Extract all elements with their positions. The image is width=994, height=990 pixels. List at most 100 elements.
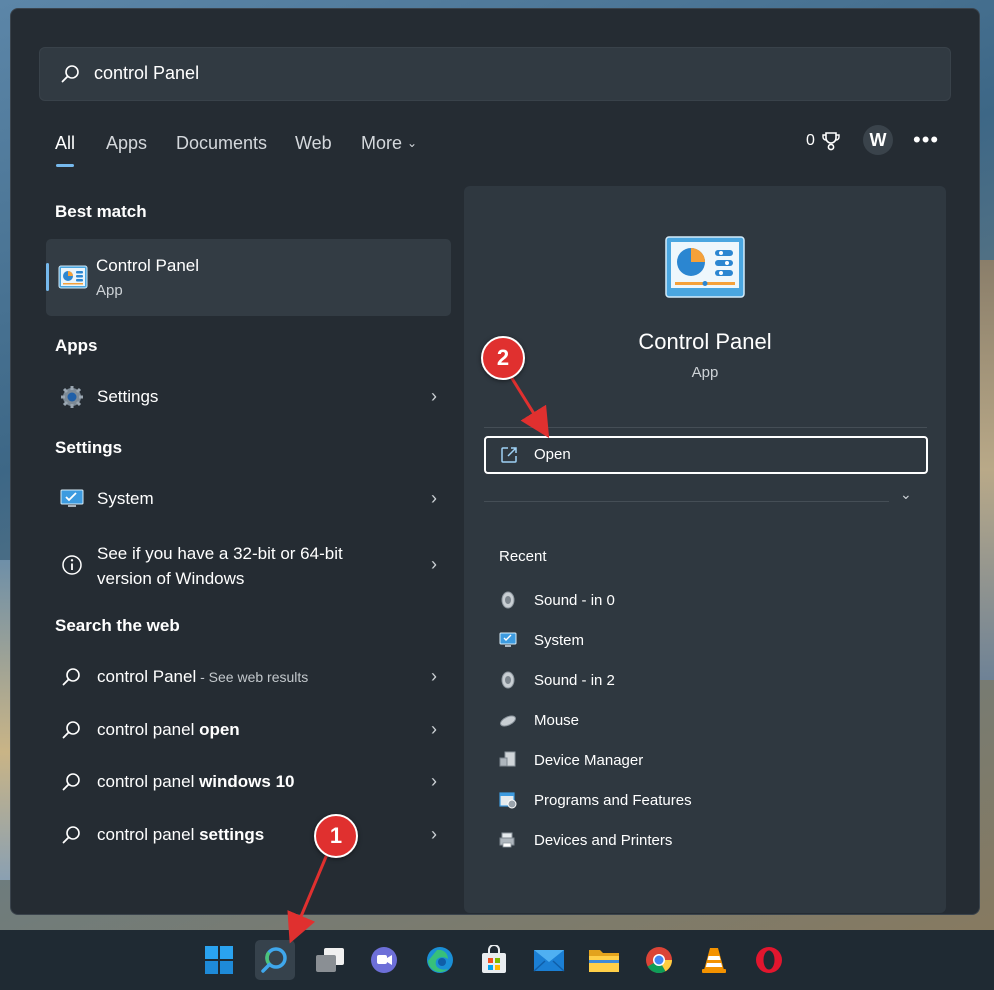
divider — [484, 501, 889, 502]
recent-item-programs[interactable]: Programs and Features — [499, 786, 899, 816]
task-view-icon — [316, 948, 344, 972]
web-result-item[interactable]: control panel settings › — [46, 811, 451, 859]
file-explorer-button[interactable] — [584, 940, 624, 980]
taskbar — [0, 930, 994, 990]
taskbar-search-button[interactable] — [255, 940, 295, 980]
web-result-prefix: control Panel — [97, 667, 197, 686]
edge-button[interactable] — [420, 940, 460, 980]
chat-icon — [371, 947, 397, 973]
web-result-label: control panel open — [97, 720, 240, 740]
annotation-marker-2: 2 — [481, 336, 525, 380]
vlc-icon — [702, 948, 726, 973]
web-result-bold: windows 10 — [199, 772, 295, 791]
chevron-right-icon: › — [431, 488, 437, 508]
search-flyout: control Panel All Apps Documents Web Mor… — [10, 8, 980, 915]
list-item-bitness[interactable]: See if you have a 32-bit or 64-bit versi… — [46, 539, 451, 591]
folder-icon — [589, 950, 619, 972]
tab-web[interactable]: Web — [295, 133, 332, 154]
printer-icon — [499, 832, 515, 848]
open-external-icon — [501, 447, 517, 463]
monitor-icon — [499, 632, 517, 647]
start-button[interactable] — [199, 940, 239, 980]
rewards-count: 0 — [806, 132, 815, 149]
info-icon — [62, 555, 82, 575]
web-result-item[interactable]: control panel open › — [46, 706, 451, 754]
best-match-name: Control Panel — [96, 256, 200, 275]
vlc-button[interactable] — [694, 940, 734, 980]
gear-icon — [61, 386, 83, 408]
web-result-prefix: control panel — [97, 825, 200, 844]
tab-apps[interactable]: Apps — [106, 133, 147, 154]
web-result-prefix: control panel — [97, 720, 200, 739]
speaker-icon — [501, 591, 515, 609]
edge-icon — [427, 947, 453, 973]
mail-icon — [533, 950, 565, 972]
best-match-item[interactable]: Control Panel App — [46, 239, 451, 316]
search-icon — [62, 773, 80, 791]
list-item-system[interactable]: System › — [46, 475, 451, 523]
web-result-label: control Panel - See web results — [97, 667, 308, 687]
web-result-item[interactable]: control panel windows 10 › — [46, 758, 451, 806]
control-panel-icon — [665, 236, 745, 298]
monitor-icon — [60, 489, 84, 507]
tab-documents[interactable]: Documents — [176, 133, 267, 154]
list-item-label: Settings — [97, 387, 159, 406]
ellipsis-icon[interactable]: ••• — [913, 127, 939, 153]
web-result-hint: - See web results — [196, 669, 309, 685]
search-icon — [62, 721, 80, 739]
speaker-icon — [501, 671, 515, 689]
recent-item-sound-0[interactable]: Sound - in 0 — [499, 586, 899, 616]
best-match-type: App — [96, 282, 123, 299]
chrome-icon — [646, 947, 673, 974]
search-icon — [261, 947, 287, 973]
opera-icon — [756, 947, 782, 973]
chevron-right-icon: › — [431, 554, 437, 574]
web-result-label: control panel settings — [97, 825, 264, 845]
recent-item-label: Sound - in 2 — [534, 672, 615, 689]
open-button-label: Open — [534, 446, 571, 463]
tab-more[interactable]: More ⌄ — [361, 133, 417, 154]
store-button[interactable] — [474, 940, 514, 980]
list-item-label: See if you have a 32-bit or 64-bit versi… — [97, 544, 343, 588]
list-item-label: System — [97, 489, 154, 508]
recent-item-device-manager[interactable]: Device Manager — [499, 746, 899, 776]
preview-title: Control Panel — [638, 329, 772, 354]
web-result-bold: settings — [199, 825, 265, 844]
recent-item-system[interactable]: System — [499, 626, 899, 656]
recent-item-label: Programs and Features — [534, 792, 692, 809]
recent-item-label: Device Manager — [534, 752, 644, 769]
search-input[interactable]: control Panel — [94, 63, 199, 84]
windows-logo-icon — [205, 946, 233, 974]
trophy-icon — [822, 132, 840, 151]
recent-item-label: Mouse — [534, 712, 580, 729]
preview-type: App — [691, 364, 719, 381]
mail-button[interactable] — [529, 940, 569, 980]
apps-heading: Apps — [55, 336, 98, 355]
account-avatar[interactable]: W — [863, 125, 893, 155]
recent-item-label: System — [534, 632, 585, 649]
selection-indicator — [46, 263, 49, 291]
list-item-settings[interactable]: Settings › — [46, 373, 451, 421]
teams-chat-button[interactable] — [364, 940, 404, 980]
task-view-button[interactable] — [310, 940, 350, 980]
recent-item-sound-2[interactable]: Sound - in 2 — [499, 666, 899, 696]
recent-item-label: Devices and Printers — [534, 832, 673, 849]
divider — [484, 427, 927, 428]
web-result-item[interactable]: control Panel - See web results › — [46, 653, 451, 701]
opera-button[interactable] — [749, 940, 789, 980]
programs-features-icon — [499, 792, 517, 809]
tab-all[interactable]: All — [55, 133, 75, 167]
chevron-right-icon: › — [431, 824, 437, 844]
search-box[interactable]: control Panel — [39, 47, 951, 101]
chevron-down-icon: ⌄ — [407, 136, 418, 150]
recent-item-mouse[interactable]: Mouse — [499, 706, 899, 736]
chrome-button[interactable] — [639, 940, 679, 980]
rewards-button[interactable]: 0 — [806, 131, 841, 151]
preview-pane: Control Panel App Open ⌄ Recent Sound - … — [464, 186, 946, 913]
chevron-down-icon[interactable]: ⌄ — [900, 486, 912, 503]
device-manager-icon — [499, 751, 516, 767]
open-button[interactable]: Open — [484, 436, 928, 474]
recent-item-devices-printers[interactable]: Devices and Printers — [499, 826, 899, 856]
recent-item-label: Sound - in 0 — [534, 592, 615, 609]
search-web-heading: Search the web — [55, 616, 180, 635]
